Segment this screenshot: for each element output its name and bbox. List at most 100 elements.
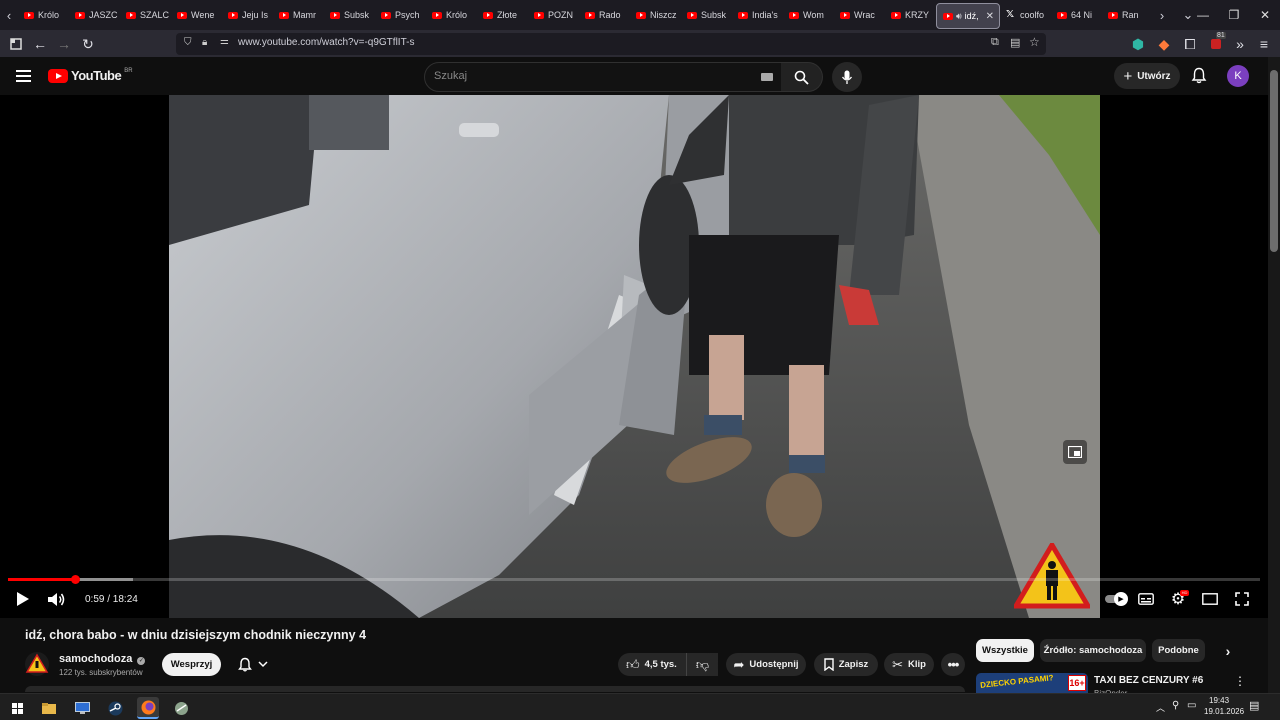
create-button[interactable]: + Utwórz [1114, 63, 1180, 89]
picture-in-picture-icon[interactable]: ⧉ [991, 36, 999, 49]
clock-time[interactable]: 19:43 [1209, 696, 1229, 705]
tab-before-5[interactable]: Mamr [273, 0, 324, 30]
sidebar-toggle-icon[interactable] [6, 34, 26, 54]
close-window-icon[interactable]: ✕ [1249, 0, 1280, 30]
tabs-scroll-right-icon[interactable]: › [1153, 0, 1171, 30]
chip-source-channel[interactable]: Źródło: samochodoza [1040, 639, 1146, 662]
lock-icon[interactable]: 🔒︎ [202, 37, 207, 48]
voice-search-button[interactable] [832, 62, 862, 92]
tab-before-14[interactable]: India's [732, 0, 783, 30]
app-icon[interactable] [170, 697, 192, 719]
more-actions-icon[interactable]: ••• [941, 653, 965, 676]
tab-before-1[interactable]: JASZC [69, 0, 120, 30]
tab-before-17[interactable]: KRZY [885, 0, 936, 30]
reader-view-icon[interactable]: ▤ [1010, 36, 1020, 49]
recommendation-thumbnail[interactable]: DZIECKO PASAMI? 16+ [976, 673, 1088, 693]
bookmark-star-icon[interactable]: ☆ [1029, 35, 1040, 49]
tracking-shield-icon[interactable]: ⛉ [184, 37, 192, 48]
windows-start-icon[interactable] [6, 697, 28, 719]
chip-all[interactable]: Wszystkie [976, 639, 1034, 662]
firefox-icon[interactable] [137, 697, 159, 719]
tab-before-11[interactable]: Rado [579, 0, 630, 30]
recommendation-title[interactable]: TAXI BEZ CENZURY #6 [1094, 675, 1203, 686]
hamburger-menu-icon[interactable] [16, 69, 32, 88]
chips-next-chevron-icon[interactable]: › [1216, 639, 1240, 662]
network-icon[interactable]: ▭ [1187, 700, 1196, 711]
tab-before-2[interactable]: SZALC [120, 0, 171, 30]
tab-before-13[interactable]: Subsk [681, 0, 732, 30]
computer-icon[interactable] [71, 697, 93, 719]
tab-before-7[interactable]: Psych [375, 0, 426, 30]
miniplayer-icon[interactable] [1063, 440, 1087, 464]
play-button[interactable] [12, 589, 32, 609]
dislike-button[interactable]: 👎︎ [686, 653, 718, 676]
microphone-icon [841, 70, 853, 84]
puzzle-extensions-icon[interactable]: ⧠ [1180, 34, 1200, 54]
tray-chevron-icon[interactable]: ︿ [1156, 701, 1165, 714]
clip-button[interactable]: ✂ Klip [884, 653, 934, 676]
permissions-icon[interactable]: ⚌ [220, 36, 229, 47]
volume-button[interactable] [46, 589, 68, 609]
close-tab-icon[interactable]: ✕ [986, 11, 994, 22]
tab-before-12[interactable]: Niszcz [630, 0, 681, 30]
keyboard-icon[interactable] [761, 73, 773, 81]
notification-center-icon[interactable]: ▤ [1249, 699, 1259, 712]
account-avatar[interactable]: K [1227, 65, 1249, 87]
description-box[interactable] [25, 686, 965, 692]
tab-before-16[interactable]: Wrac [834, 0, 885, 30]
back-icon[interactable]: ← [30, 34, 50, 54]
subscription-bell-button[interactable] [227, 653, 279, 676]
support-button[interactable]: Wesprzyj [162, 653, 221, 676]
search-input[interactable]: Szukaj [424, 62, 784, 92]
channel-avatar[interactable] [25, 652, 49, 676]
subtitles-icon[interactable] [1136, 589, 1156, 609]
share-button[interactable]: ➦ Udostępnij [726, 653, 806, 676]
tab-before-8[interactable]: Królo [426, 0, 477, 30]
progress-track[interactable] [8, 578, 1260, 581]
progress-scrubber[interactable] [71, 575, 80, 584]
tab-after-1[interactable]: 64 Ni [1051, 0, 1102, 30]
youtube-logo[interactable]: YouTube BR [48, 68, 133, 83]
scrollbar-thumb[interactable] [1270, 70, 1278, 252]
tabs-scroll-left-icon[interactable]: ‹ [0, 0, 18, 30]
url-text[interactable]: www.youtube.com/watch?v=-q9GTflIT-s [238, 37, 414, 48]
theater-mode-icon[interactable] [1200, 589, 1220, 609]
tab-before-10[interactable]: POZN [528, 0, 579, 30]
restore-icon[interactable]: ❐ [1218, 0, 1250, 30]
notifications-bell-icon[interactable] [1191, 67, 1207, 89]
recommendation-menu-icon[interactable]: ⋮ [1234, 674, 1246, 688]
minimize-icon[interactable]: — [1187, 0, 1219, 30]
settings-gear-icon[interactable]: ⚙ HD [1168, 589, 1189, 609]
search-button[interactable] [781, 62, 823, 92]
shield-extension-icon[interactable]: ⬢ [1128, 34, 1148, 54]
tab-before-6[interactable]: Subsk [324, 0, 375, 30]
tab-after-2[interactable]: Ran [1102, 0, 1153, 30]
chip-related[interactable]: Podobne [1152, 639, 1205, 662]
tab-before-15[interactable]: Wom [783, 0, 834, 30]
tab-before-0[interactable]: Królo [18, 0, 69, 30]
address-bar[interactable]: ⛉ 🔒︎ ⚌ www.youtube.com/watch?v=-q9GTflIT… [176, 33, 1046, 55]
channel-name-text[interactable]: samochodoza [59, 653, 132, 665]
video-frame[interactable] [169, 95, 1100, 618]
tab-active[interactable]: 🔊︎ idź, ✕ [936, 3, 1000, 29]
extension-badge-icon[interactable]: 81 [1206, 32, 1226, 54]
tab-before-4[interactable]: Jeju Is [222, 0, 273, 30]
autoplay-toggle[interactable]: ▶ [1103, 589, 1128, 609]
forward-icon[interactable]: → [54, 34, 74, 54]
tab-after-0[interactable]: 𝕏coolfo [1000, 0, 1051, 30]
reload-icon[interactable]: ↻ [78, 34, 98, 54]
usb-icon[interactable]: ⚲ [1172, 700, 1179, 711]
overflow-chevron-icon[interactable]: » [1230, 34, 1250, 54]
tab-before-3[interactable]: Wene [171, 0, 222, 30]
app-menu-icon[interactable]: ≡ [1254, 34, 1274, 54]
file-explorer-icon[interactable] [38, 697, 60, 719]
steam-icon[interactable] [104, 697, 126, 719]
tab-before-9[interactable]: Złote [477, 0, 528, 30]
fox-extension-icon[interactable]: ◆ [1154, 34, 1174, 54]
fullscreen-icon[interactable] [1232, 589, 1252, 609]
clock-date[interactable]: 19.01.2026 [1204, 707, 1244, 716]
video-player[interactable] [0, 95, 1268, 618]
save-button[interactable]: Zapisz [814, 653, 878, 676]
speaker-icon[interactable]: 🔊︎ [956, 11, 962, 22]
channel-name[interactable]: samochodoza ✓ [59, 653, 146, 665]
